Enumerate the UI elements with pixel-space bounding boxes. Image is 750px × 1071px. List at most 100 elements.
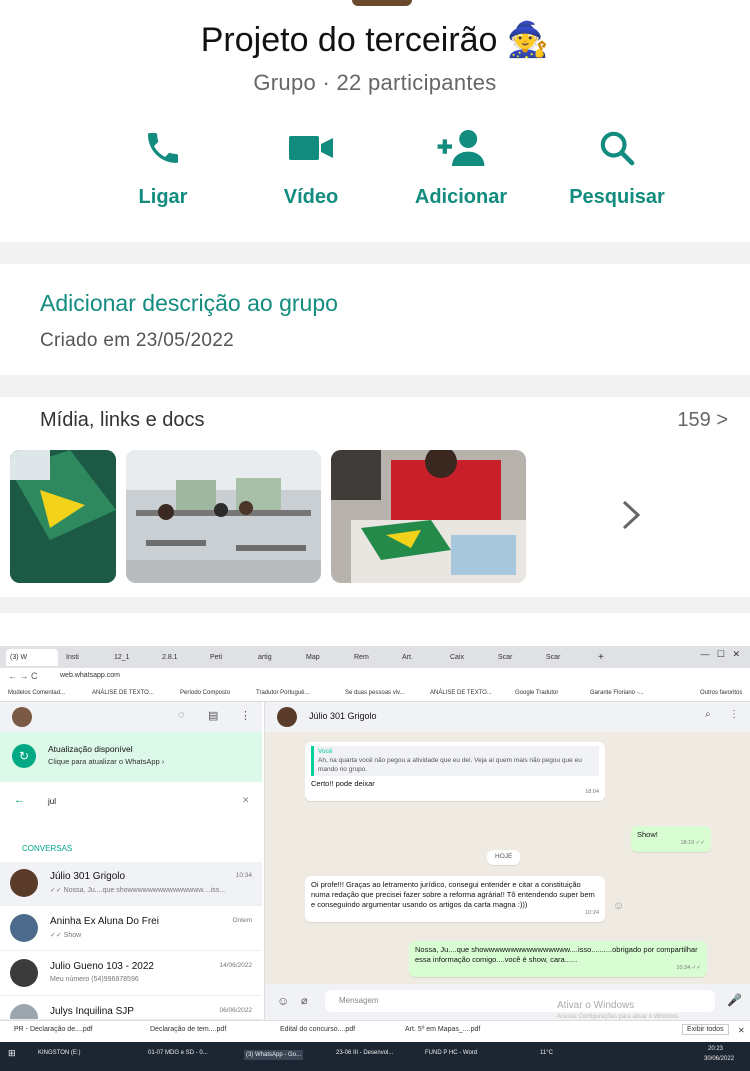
menu-icon[interactable]: ⋮	[240, 709, 251, 722]
browser-tab[interactable]: Caix	[446, 649, 492, 666]
chat-time: 14/06/2022	[219, 962, 252, 969]
bookmark-item[interactable]: Se duas pessoas viv...	[345, 690, 405, 696]
browser-tab[interactable]: 12_1	[110, 649, 156, 666]
browser-tab[interactable]: artig	[254, 649, 300, 666]
close-icon[interactable]: ✕	[738, 1026, 745, 1035]
menu-icon[interactable]: ⋮	[729, 709, 739, 720]
avatar	[10, 959, 38, 987]
media-thumbnail[interactable]	[126, 450, 321, 583]
search-input[interactable]: jul	[48, 797, 56, 806]
phone-icon	[148, 133, 178, 163]
message-input[interactable]: Mensagem	[325, 990, 715, 1012]
message-time: 18:10 ✓✓	[680, 840, 705, 847]
browser-tab-active[interactable]: (3) W	[6, 649, 58, 666]
call-button[interactable]: Ligar	[88, 128, 238, 209]
avatar	[10, 1004, 38, 1019]
message-bubble[interactable]: Nossa, Ju....que showwwwwwwwwwwwwwww....…	[409, 941, 707, 977]
bookmark-item[interactable]: Google Tradutor	[515, 690, 558, 696]
taskbar-item[interactable]: 23-06 III - Desenvol...	[336, 1050, 393, 1056]
browser-tab[interactable]: Scar	[542, 649, 588, 666]
show-all-downloads-button[interactable]: Exibir todos	[682, 1024, 729, 1035]
video-icon	[289, 136, 333, 160]
group-subtitle: Grupo · 22 participantes	[253, 70, 497, 95]
bookmark-item[interactable]: Outros favoritos	[700, 690, 742, 696]
message-placeholder: Mensagem	[339, 996, 379, 1005]
chat-item[interactable]: Julys Inquilina SJP 06/06/2022	[0, 997, 262, 1020]
chat-item[interactable]: Julio Gueno 103 - 2022 Meu número (54)99…	[0, 952, 262, 996]
bookmark-item[interactable]: Modelos Comentad...	[8, 690, 65, 696]
status-icon[interactable]: ◌	[178, 709, 185, 721]
bookmark-item[interactable]: ANÁLISE DE TEXTO...	[430, 690, 492, 696]
update-banner[interactable]: ↻ Atualização disponível Clique para atu…	[0, 732, 262, 782]
message-bubble[interactable]: Show! 18:10 ✓✓	[631, 826, 711, 852]
taskbar-item[interactable]: KINGSTON (E:)	[38, 1050, 81, 1056]
new-tab-button[interactable]: +	[594, 649, 614, 666]
taskbar-item[interactable]: (3) WhatsApp - Go...	[244, 1050, 304, 1060]
download-item[interactable]: PR - Declaração de....pdf	[14, 1026, 93, 1033]
bookmark-item[interactable]: Garante Floriano -...	[590, 690, 644, 696]
browser-tab[interactable]: Peti	[206, 649, 252, 666]
browser-tab[interactable]: Scar	[494, 649, 540, 666]
bookmark-item[interactable]: Tradutor Portuguê...	[256, 690, 309, 696]
search-button[interactable]: Pesquisar	[542, 128, 692, 209]
download-item[interactable]: Art. 5º em Mapas_....pdf	[405, 1026, 480, 1033]
media-more-chevron-icon[interactable]	[620, 498, 642, 537]
taskbar-item[interactable]: 01-07 MDG e SD - 0...	[148, 1050, 208, 1056]
browser-tab[interactable]: Art.	[398, 649, 444, 666]
download-item[interactable]: Edital do concurso....pdf	[280, 1026, 355, 1033]
chat-time: 10:34	[235, 872, 252, 879]
clock-date[interactable]: 30/06/2022	[704, 1056, 734, 1062]
weather-label[interactable]: 11°C	[540, 1050, 553, 1056]
chat-item[interactable]: Júlio 301 Grigolo ✓✓ Nossa, Ju....que sh…	[0, 862, 262, 906]
avatar[interactable]	[12, 707, 32, 727]
chat-time: Ontem	[232, 917, 252, 924]
activation-watermark-title: Ativar o Windows	[557, 1000, 635, 1011]
add-person-icon	[437, 130, 485, 166]
url-field[interactable]: web.whatsapp.com	[60, 672, 120, 679]
clear-search-icon[interactable]: ✕	[242, 795, 250, 806]
search-icon[interactable]: ⌕	[705, 709, 711, 720]
downloads-bar: PR - Declaração de....pdf Declaração de …	[0, 1020, 750, 1042]
new-chat-icon[interactable]: ▤	[208, 709, 218, 722]
add-participant-button[interactable]: Adicionar	[386, 128, 536, 209]
message-bubble[interactable]: Oi profe!!! Graças ao letramento jurídic…	[305, 876, 605, 922]
add-description-link[interactable]: Adicionar descrição ao grupo	[40, 290, 338, 317]
emoji-reaction-icon[interactable]: ☺	[613, 900, 624, 912]
conversation-header[interactable]: Júlio 301 Grigolo ⌕ ⋮	[265, 702, 750, 732]
browser-tab-bar: (3) W Insti 12_1 2.8.1 Peti artig Map Re…	[0, 646, 750, 668]
browser-tab[interactable]: 2.8.1	[158, 649, 204, 666]
media-thumbnail[interactable]	[10, 450, 116, 583]
back-arrow-icon[interactable]: ←	[14, 794, 25, 806]
download-item[interactable]: Declaração de tem....pdf	[150, 1026, 226, 1033]
desktop-screenshot: (3) W Insti 12_1 2.8.1 Peti artig Map Re…	[0, 646, 750, 1071]
windows-start-icon[interactable]: ⊞	[8, 1048, 16, 1059]
browser-tab[interactable]: Map	[302, 649, 348, 666]
bookmark-item[interactable]: Período Composto	[180, 690, 230, 696]
chat-item[interactable]: Aninha Ex Aluna Do Frei ✓✓ Show Ontem	[0, 907, 262, 951]
chat-time: 06/06/2022	[219, 1007, 252, 1014]
bookmark-item[interactable]: ANÁLISE DE TEXTO...	[92, 690, 154, 696]
video-button[interactable]: Vídeo	[236, 128, 386, 209]
avatar	[277, 707, 297, 727]
message-time: 10:34 ✓✓	[676, 965, 701, 972]
quoted-message: Você Ah, na quarta você não pegou a ativ…	[311, 746, 599, 777]
chat-name: Julys Inquilina SJP	[50, 1006, 134, 1017]
emoji-icon[interactable]: ☺	[277, 994, 289, 1008]
chat-name: Julio Gueno 103 - 2022	[50, 961, 154, 972]
group-avatar[interactable]	[352, 0, 412, 6]
chat-name: Júlio 301 Grigolo	[50, 871, 126, 882]
browser-tab[interactable]: Insti	[62, 649, 108, 666]
window-controls[interactable]: — ☐ ✕	[700, 649, 740, 660]
nav-arrows-icon[interactable]: ← → C	[8, 671, 38, 681]
quote-text: Ah, na quarta você não pegou a atividade…	[318, 756, 582, 773]
media-thumbnail[interactable]	[331, 450, 526, 583]
microphone-icon[interactable]: 🎤	[727, 993, 742, 1007]
media-count[interactable]: 159 >	[677, 409, 728, 432]
media-section-title[interactable]: Mídia, links e docs	[40, 409, 205, 432]
attach-icon[interactable]: ⌀	[301, 994, 308, 1007]
clock-time[interactable]: 20:23	[708, 1046, 723, 1052]
refresh-icon: ↻	[12, 744, 36, 768]
taskbar-item[interactable]: FUND P HC - Word	[425, 1050, 477, 1056]
browser-tab[interactable]: Rem	[350, 649, 396, 666]
message-bubble[interactable]: Você Ah, na quarta você não pegou a ativ…	[305, 742, 605, 801]
